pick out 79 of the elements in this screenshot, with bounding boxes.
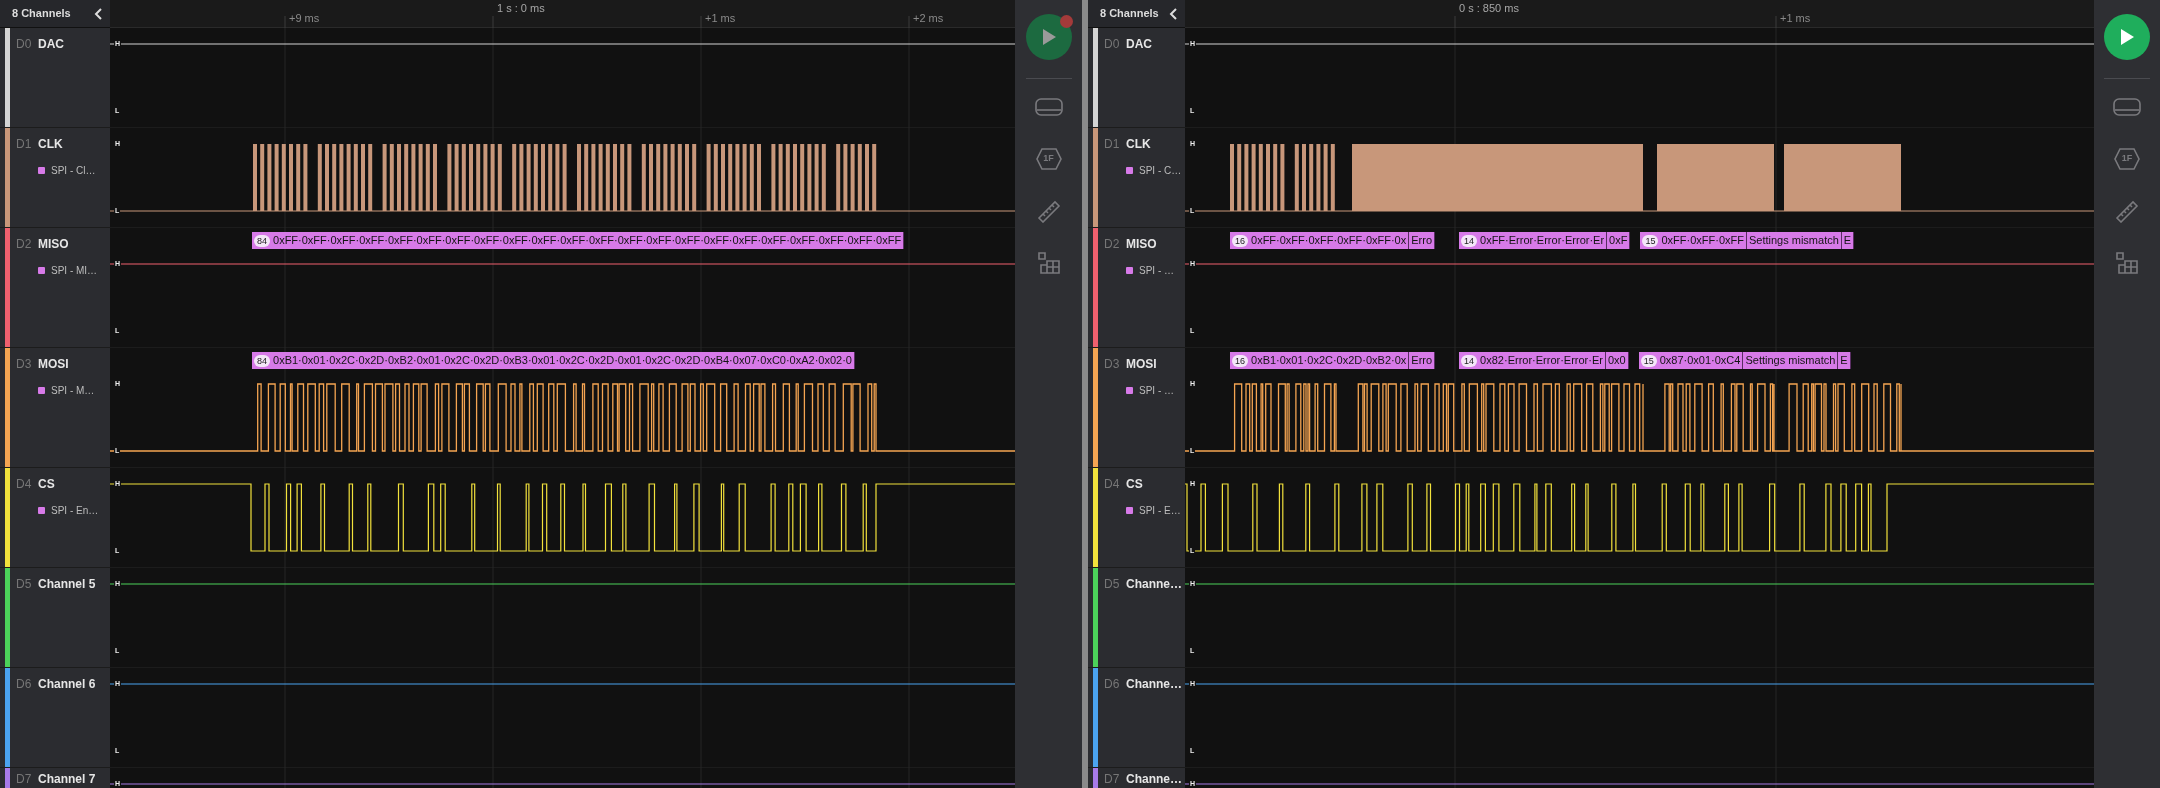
analyzer-name: SPI - C… (1139, 164, 1182, 178)
channel-id: D7 (1104, 771, 1121, 788)
play-icon (2118, 27, 2136, 47)
channel-id: D4 (16, 476, 33, 493)
decoded-bytes: Erro (1409, 232, 1435, 249)
hexagon-tool-button[interactable]: 1F (1033, 147, 1064, 171)
decoded-bytes: 0xF (1607, 232, 1631, 249)
decoded-bytes: Settings mismatch (1743, 352, 1839, 369)
play-button[interactable] (2104, 14, 2150, 60)
analyzer-name: SPI - Cl… (51, 164, 96, 178)
panel-icon[interactable] (2112, 95, 2142, 119)
time-label: 1 s : 0 ms (497, 2, 545, 14)
time-label: 0 s : 850 ms (1459, 2, 1519, 14)
channel-name: Channe… (1126, 576, 1182, 593)
packet-count-badge: 14 (1461, 234, 1478, 247)
decoded-bytes: 0x82·Error·Error·Error·Er (1480, 353, 1603, 369)
panel-icon[interactable] (1033, 95, 1064, 119)
channel-id: D1 (16, 136, 33, 153)
channel-name: MOSI (1126, 356, 1157, 373)
channel-name: DAC (1126, 36, 1152, 53)
chevron-left-icon[interactable] (1169, 7, 1179, 20)
channel-id: D0 (1104, 36, 1121, 53)
decoded-bytes: 0x87·0x01·0xC4 (1659, 353, 1741, 369)
channel-id: D6 (16, 676, 33, 693)
decoded-bytes: 0xB1·0x01·0x2C·0x2D·0xB2·0x (1251, 353, 1407, 369)
channel-id: D1 (1104, 136, 1121, 153)
analyzer-name: SPI - M… (51, 384, 95, 398)
channel-name: Channe… (1126, 771, 1182, 788)
decoded-bytes: Settings mismatch (1746, 232, 1842, 249)
channel-name: DAC (38, 36, 64, 53)
analyzer-name: SPI - En… (51, 504, 99, 518)
analyzer-name: SPI - E… (1139, 504, 1181, 518)
channel-name: CS (1126, 476, 1143, 493)
channel-name: CS (38, 476, 55, 493)
channel-name: Channel 7 (38, 771, 96, 788)
channel-name: Channel 5 (38, 576, 96, 593)
hexagon-tool-button[interactable]: 1F (2112, 147, 2142, 171)
decoded-bytes: 0xFF·0xFF·0xFF·0xFF·0xFF·0x (1251, 233, 1407, 249)
decoded-bytes: 0xFF·0xFF·0xFF·0xFF·0xFF·0xFF·0xFF·0xFF·0xFF·0xFF·0xFF·0xFF·0xFF·0xFF·0xFF·0xFF·0xFF·0xFF·0xFF·0xFF·0xFF·0xFF (273, 233, 902, 249)
time-label: +1 ms (705, 12, 736, 24)
decoded-bytes: E (1838, 352, 1851, 369)
packet-count-badge: 16 (1232, 354, 1248, 367)
channel-id: D2 (1104, 236, 1121, 253)
channel-id: D4 (1104, 476, 1121, 493)
channel-id: D0 (16, 36, 33, 53)
packet-count-badge: 15 (1640, 354, 1657, 367)
channel-name: CLK (38, 136, 63, 153)
packet-count-badge: 16 (1232, 234, 1248, 247)
channel-name: Channe… (1126, 676, 1182, 693)
packet-count-badge: 14 (1461, 354, 1478, 367)
packet-count-badge: 15 (1642, 234, 1659, 247)
decoded-bytes: 0xFF·Error·Error·Error·Er (1480, 233, 1605, 249)
channel-name: CLK (1126, 136, 1151, 153)
decoded-bytes: 0xB1·0x01·0x2C·0x2D·0xB2·0x01·0x2C·0x2D·0xB3·0x01·0x2C·0x2D·0x01·0x2C·0x2D·0xB4·0x07·0xC0·0xA2·0x02·0 (273, 353, 852, 369)
channel-id: D5 (1104, 576, 1121, 593)
packet-count-badge: 84 (254, 234, 270, 247)
channel-id: D2 (16, 236, 33, 253)
channel-name: MISO (38, 236, 69, 253)
time-label: +9 ms (289, 12, 320, 24)
channel-id: D7 (16, 771, 33, 788)
decoded-bytes: Erro (1409, 352, 1436, 369)
decoded-bytes: 0xFF·0xFF·0xFF (1661, 233, 1744, 249)
channel-id: D6 (1104, 676, 1121, 693)
channel-count: 8 Channels (12, 6, 71, 22)
channel-id: D5 (16, 576, 33, 593)
channel-count: 8 Channels (1100, 6, 1159, 22)
decoded-bytes: 0x0 (1605, 352, 1629, 369)
time-label: +1 ms (1780, 12, 1811, 24)
time-label: +2 ms (913, 12, 944, 24)
analyzer-name: SPI - … (1139, 384, 1174, 398)
analyzer-name: SPI - … (1139, 264, 1174, 278)
channel-name: Channel 6 (38, 676, 96, 693)
channel-name: MISO (1126, 236, 1157, 253)
channel-name: MOSI (38, 356, 69, 373)
channel-id: D3 (16, 356, 33, 373)
channel-id: D3 (1104, 356, 1121, 373)
chevron-left-icon[interactable] (94, 7, 104, 20)
packet-count-badge: 84 (254, 354, 270, 367)
analyzer-name: SPI - MI… (51, 264, 98, 278)
